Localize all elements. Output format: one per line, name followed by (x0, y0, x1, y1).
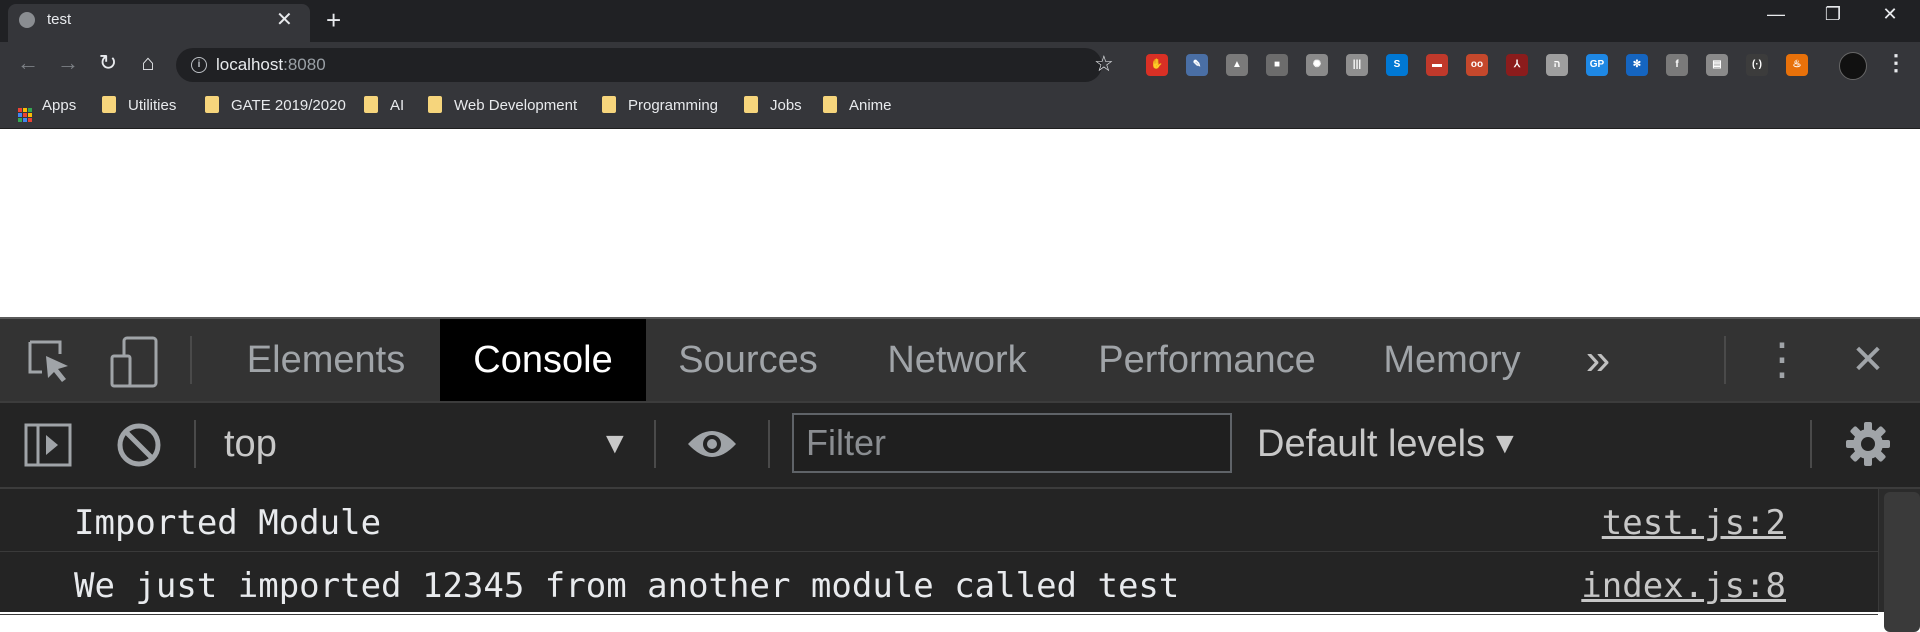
url-host: localhost (216, 55, 284, 74)
adblock-icon[interactable]: ✋ (1146, 54, 1168, 76)
back-icon[interactable]: ← (12, 50, 44, 76)
tab-close-icon[interactable]: ✕ (276, 7, 293, 32)
stack-icon[interactable]: ▤ (1706, 54, 1728, 76)
more-tabs-icon[interactable]: » (1568, 319, 1628, 401)
bookmark-ai[interactable]: AI (364, 94, 404, 118)
console-message-text: We just imported 12345 from another modu… (74, 566, 1180, 606)
devtools-close-icon[interactable]: ✕ (1838, 319, 1898, 401)
console-message-source-link[interactable]: test.js:2 (1602, 503, 1786, 543)
tab-memory[interactable]: Memory (1352, 319, 1552, 401)
browser-menu-icon[interactable]: ⋮ (1885, 50, 1907, 76)
ninja-icon[interactable]: ▬ (1426, 54, 1448, 76)
toolbar-divider (654, 420, 656, 468)
levels-dropdown-icon[interactable]: ▼ (1490, 427, 1520, 461)
skype-icon[interactable]: S (1386, 54, 1408, 76)
tab-console[interactable]: Console (440, 319, 646, 401)
bookmark-gate[interactable]: GATE 2019/2020 (205, 94, 346, 118)
folder-icon (205, 96, 219, 113)
drive-icon[interactable]: ▲ (1226, 54, 1248, 76)
hebrew-icon[interactable]: ה (1546, 54, 1568, 76)
bookmark-label: Programming (628, 97, 719, 114)
bookmark-jobs[interactable]: Jobs (744, 94, 802, 118)
folder-icon (602, 96, 616, 113)
minimize-icon[interactable]: — (1756, 4, 1796, 25)
pdf-icon[interactable]: ⅄ (1506, 54, 1528, 76)
context-dropdown-icon[interactable]: ▼ (600, 427, 630, 461)
folder-icon (823, 96, 837, 113)
toolbar-divider (190, 336, 192, 384)
info-icon[interactable]: i (191, 57, 207, 73)
braces-icon[interactable]: (·) (1746, 54, 1768, 76)
bookmark-utilities[interactable]: Utilities (102, 94, 176, 118)
gp-icon[interactable]: GP (1586, 54, 1608, 76)
bookmark-anime[interactable]: Anime (823, 94, 892, 118)
tab-sources[interactable]: Sources (656, 319, 840, 401)
eyes-icon[interactable]: oo (1466, 54, 1488, 76)
globe-icon[interactable]: ✺ (1306, 54, 1328, 76)
toolbar-divider (1810, 420, 1812, 468)
window-close-icon[interactable]: ✕ (1870, 4, 1910, 25)
folder-icon (744, 96, 758, 113)
barcode-icon[interactable]: ||| (1346, 54, 1368, 76)
devtools-menu-icon[interactable]: ⋮ (1752, 319, 1812, 401)
folder-icon (428, 96, 442, 113)
new-tab-button[interactable]: + (326, 5, 341, 36)
bookmark-label: AI (390, 97, 405, 114)
log-levels-dropdown[interactable]: Default levels (1257, 423, 1485, 466)
reload-icon[interactable]: ↻ (92, 50, 124, 76)
console-message-source-link[interactable]: index.js:8 (1581, 566, 1786, 606)
fire-icon[interactable]: ♨ (1786, 54, 1808, 76)
bookmark-label: Apps (42, 97, 77, 114)
eye-icon[interactable] (686, 424, 738, 469)
pen-icon[interactable]: ✎ (1186, 54, 1208, 76)
sidebar-toggle-icon[interactable] (24, 423, 72, 472)
tab-elements[interactable]: Elements (222, 319, 430, 401)
bookmark-label: GATE 2019/2020 (231, 97, 346, 114)
tab-network[interactable]: Network (852, 319, 1062, 401)
gear-icon[interactable] (1844, 420, 1892, 473)
restore-icon[interactable]: ❐ (1813, 4, 1853, 25)
tool-icon[interactable]: ■ (1266, 54, 1288, 76)
scrollbar-thumb[interactable] (1884, 492, 1920, 632)
bookmark-web-development[interactable]: Web Development (428, 94, 577, 118)
clear-console-icon[interactable] (116, 422, 162, 473)
bookmark-label: Jobs (770, 97, 802, 114)
toolbar-divider (768, 420, 770, 468)
context-selector[interactable]: top (224, 423, 277, 466)
filter-input[interactable] (792, 413, 1232, 473)
toolbar-divider (194, 420, 196, 468)
tab-performance[interactable]: Performance (1072, 319, 1342, 401)
bookmark-programming[interactable]: Programming (602, 94, 718, 118)
page-viewport (0, 129, 1920, 317)
home-icon[interactable]: ⌂ (132, 50, 164, 76)
bookmark-label: Web Development (454, 97, 578, 114)
facebook-icon[interactable]: f (1666, 54, 1688, 76)
globe-icon (19, 12, 35, 28)
bookmark-star-icon[interactable]: ☆ (1094, 51, 1114, 77)
url-text[interactable]: localhost:8080 (216, 55, 326, 75)
react-icon[interactable]: ✻ (1626, 54, 1648, 76)
toolbar-divider (1724, 336, 1726, 384)
inspect-element-icon[interactable] (26, 338, 74, 391)
avatar[interactable] (1839, 52, 1867, 80)
folder-icon (102, 96, 116, 113)
bookmark-label: Anime (849, 97, 892, 114)
url-port: :8080 (283, 55, 326, 74)
forward-icon[interactable]: → (52, 50, 84, 76)
tab-title: test (47, 11, 72, 28)
bookmark-label: Utilities (128, 97, 177, 114)
device-toolbar-icon[interactable] (110, 336, 160, 393)
bookmark-apps[interactable]: Apps (18, 94, 77, 122)
console-message-text: Imported Module (74, 503, 382, 543)
apps-grid-icon (18, 108, 32, 122)
folder-icon (364, 96, 378, 113)
